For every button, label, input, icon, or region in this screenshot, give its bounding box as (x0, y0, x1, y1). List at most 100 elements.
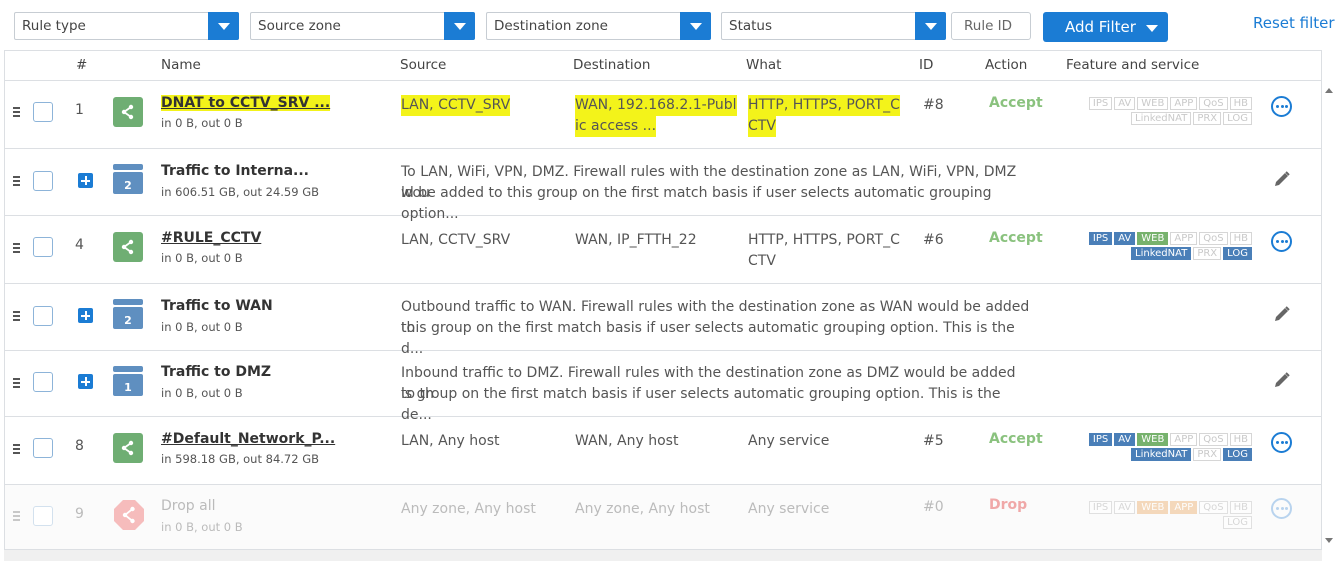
group-count: 2 (124, 314, 132, 327)
edit-pencil-icon[interactable] (1273, 371, 1291, 389)
badge-ips: IPS (1088, 97, 1113, 110)
scroll-up-arrow-icon[interactable] (1325, 88, 1333, 93)
rule-group-icon: 1 (113, 366, 143, 396)
feature-badges: IPS AV WEB APP QoS HB LinkedNAT PRX LOG (1078, 232, 1252, 262)
more-options-icon[interactable] (1271, 231, 1292, 252)
table-row[interactable]: 1 Traffic to DMZ in 0 B, out 0 B Inbound… (5, 351, 1321, 423)
status-label: Status (729, 18, 773, 34)
share-rule-icon (113, 232, 143, 262)
more-options-icon[interactable] (1271, 96, 1292, 117)
expand-group-icon[interactable] (78, 173, 93, 188)
drag-handle-icon[interactable] (13, 378, 20, 390)
expand-group-icon[interactable] (78, 374, 93, 389)
row-checkbox[interactable] (33, 506, 53, 526)
rule-type-dropdown[interactable]: Rule type (14, 12, 239, 40)
scroll-down-arrow-icon[interactable] (1325, 538, 1333, 543)
drop-rule-icon (114, 500, 144, 530)
rule-destination-line1: Any zone, Any host (575, 501, 710, 517)
badge-web: WEB (1137, 232, 1169, 245)
badge-hb: HB (1229, 433, 1252, 446)
badge-av: AV (1114, 433, 1136, 446)
rule-traffic: in 0 B, out 0 B (161, 520, 243, 534)
rule-source: LAN, CCTV_SRV (401, 232, 511, 248)
feature-badges: IPS AV WEB APP QoS HB LOG (1078, 501, 1252, 531)
badge-log: LOG (1223, 448, 1252, 461)
badge-log: LOG (1223, 112, 1252, 125)
badge-qos: QoS (1199, 501, 1228, 514)
col-id[interactable]: ID (919, 57, 933, 73)
badge-hb: HB (1229, 97, 1252, 110)
badge-qos: QoS (1199, 97, 1228, 110)
horizontal-scrollbar[interactable] (4, 549, 1322, 561)
drag-handle-icon[interactable] (13, 243, 20, 255)
destination-zone-dropdown[interactable]: Destination zone (486, 12, 711, 40)
rule-traffic: in 0 B, out 0 B (161, 116, 243, 130)
rule-what-line1: HTTP, HTTPS, PORT_C (748, 232, 900, 248)
rule-name[interactable]: Drop all (161, 498, 216, 514)
drag-handle-icon[interactable] (13, 176, 20, 188)
destination-zone-label: Destination zone (494, 18, 608, 34)
rule-name-link[interactable]: DNAT to CCTV_SRV ... (161, 95, 331, 111)
add-filter-button[interactable]: Add Filter (1043, 12, 1168, 42)
rule-type-label: Rule type (22, 18, 86, 34)
rule-id: #8 (923, 97, 944, 113)
rule-number: 1 (75, 102, 84, 118)
firewall-rules-table: # Name Source Destination What ID Action… (4, 50, 1322, 552)
badge-web: WEB (1137, 97, 1169, 110)
rule-source: LAN, Any host (401, 433, 500, 449)
chevron-down-icon[interactable] (208, 12, 239, 40)
chevron-down-icon[interactable] (915, 12, 946, 40)
group-count: 2 (124, 179, 132, 192)
table-row[interactable]: 4 #RULE_CCTV in 0 B, out 0 B LAN, CCTV_S… (5, 216, 1321, 284)
group-name[interactable]: Traffic to Interna... (161, 163, 309, 179)
row-checkbox[interactable] (33, 171, 53, 191)
more-options-icon[interactable] (1271, 432, 1292, 453)
rule-destination-line2: ic access ... (575, 116, 657, 137)
badge-ips: IPS (1088, 501, 1113, 514)
reset-filter-link[interactable]: Reset filter (1253, 14, 1335, 32)
group-traffic: in 0 B, out 0 B (161, 386, 243, 400)
table-row[interactable]: 1 DNAT to CCTV_SRV ... in 0 B, out 0 B L… (5, 81, 1321, 149)
group-count: 1 (124, 381, 132, 394)
badge-qos: QoS (1199, 433, 1228, 446)
drag-handle-icon[interactable] (13, 444, 20, 456)
chevron-down-icon[interactable] (444, 12, 475, 40)
rule-action: Accept (989, 431, 1043, 447)
rule-number: 4 (75, 237, 84, 253)
rule-group-icon: 2 (113, 164, 143, 194)
expand-group-icon[interactable] (78, 308, 93, 323)
row-checkbox[interactable] (33, 237, 53, 257)
rule-id-input[interactable]: Rule ID (951, 12, 1031, 40)
row-checkbox[interactable] (33, 306, 53, 326)
table-row[interactable]: 9 Drop all in 0 B, out 0 B Any zone, Any… (5, 485, 1321, 551)
table-row[interactable]: 8 #Default_Network_P... in 598.18 GB, ou… (5, 417, 1321, 485)
rule-name-link[interactable]: #RULE_CCTV (161, 230, 261, 246)
table-row[interactable]: 2 Traffic to WAN in 0 B, out 0 B Outboun… (5, 284, 1321, 357)
edit-pencil-icon[interactable] (1273, 305, 1291, 323)
edit-pencil-icon[interactable] (1273, 170, 1291, 188)
table-row[interactable]: 2 Traffic to Interna... in 606.51 GB, ou… (5, 149, 1321, 222)
row-checkbox[interactable] (33, 438, 53, 458)
badge-app: APP (1170, 433, 1198, 446)
rule-destination-line1: WAN, IP_FTTH_22 (575, 232, 697, 248)
drag-handle-icon[interactable] (13, 107, 20, 119)
col-destination: Destination (573, 57, 651, 73)
status-dropdown[interactable]: Status (721, 12, 946, 40)
source-zone-label: Source zone (258, 18, 341, 34)
filter-bar: Rule type Source zone Destination zone S… (0, 0, 1338, 50)
group-name[interactable]: Traffic to WAN (161, 298, 273, 314)
row-checkbox[interactable] (33, 372, 53, 392)
badge-ips: IPS (1088, 232, 1113, 245)
feature-badges: IPS AV WEB APP QoS HB LinkedNAT PRX LOG (1078, 97, 1252, 127)
source-zone-dropdown[interactable]: Source zone (250, 12, 475, 40)
rule-name-link[interactable]: #Default_Network_P... (161, 431, 335, 447)
badge-av: AV (1114, 232, 1136, 245)
chevron-down-icon[interactable] (680, 12, 711, 40)
drag-handle-icon[interactable] (13, 511, 20, 523)
more-options-icon[interactable] (1271, 498, 1292, 519)
row-checkbox[interactable] (33, 102, 53, 122)
group-name[interactable]: Traffic to DMZ (161, 364, 271, 380)
col-what: What (746, 57, 782, 73)
col-name[interactable]: Name (161, 57, 201, 73)
drag-handle-icon[interactable] (13, 311, 20, 323)
